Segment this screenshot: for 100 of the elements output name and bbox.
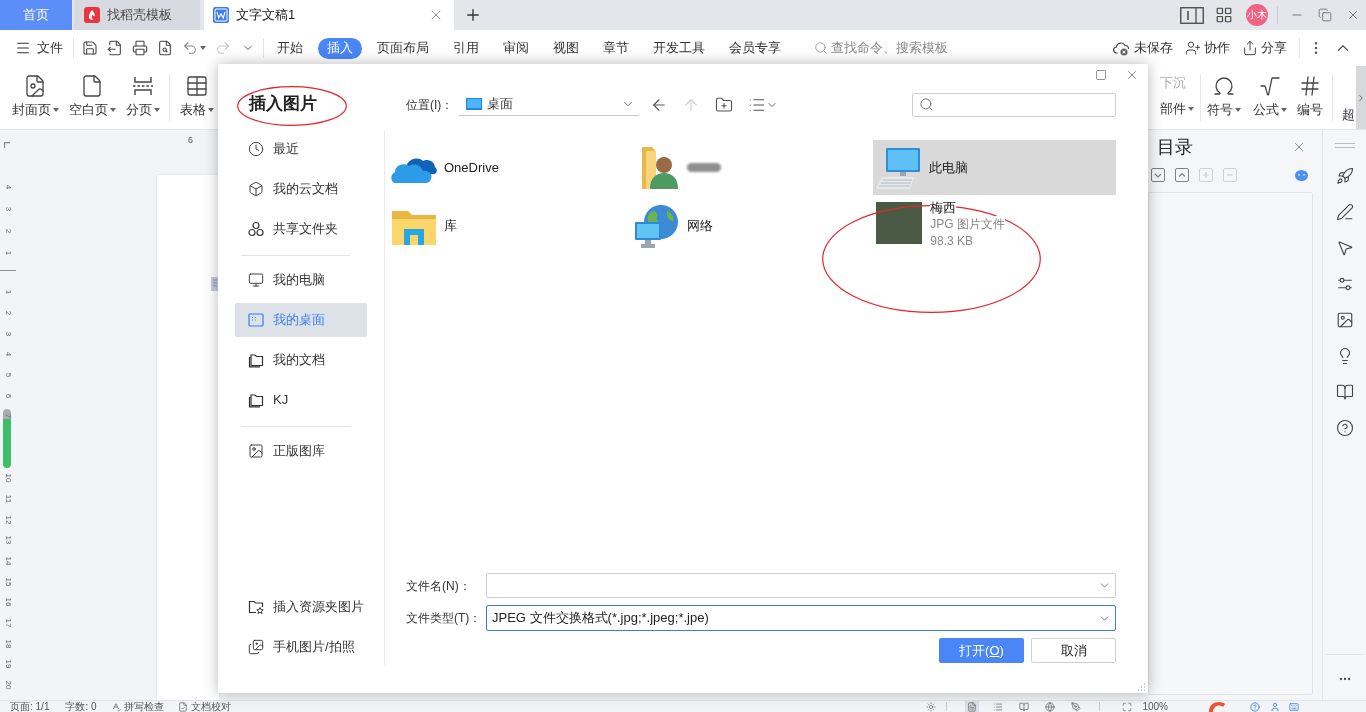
ribbon-tab[interactable]: 页面布局 — [368, 37, 438, 59]
ribbon-button[interactable]: 表格 — [180, 66, 214, 129]
ribbon-tab[interactable]: 会员专享 — [720, 37, 790, 59]
images-icon — [248, 639, 264, 655]
nav-item[interactable]: 插入资源夹图片 — [235, 590, 367, 624]
new-tab-icon[interactable] — [464, 6, 482, 24]
ribbon-tab[interactable]: 插入 — [318, 37, 362, 59]
status-button[interactable]: 文档校对 — [177, 701, 231, 712]
folder-icon — [248, 392, 264, 408]
nav-item[interactable]: 我的云文档 — [235, 172, 367, 206]
file-item[interactable]: 此电脑 — [873, 140, 1116, 195]
header-action[interactable]: 协作 — [1185, 38, 1230, 58]
filetype-select[interactable]: JPEG 文件交换格式(*.jpg;*.jpeg;*.jpe) — [486, 605, 1116, 631]
apps-grid-icon[interactable] — [1215, 6, 1233, 24]
bubble-icon[interactable] — [1295, 169, 1308, 181]
eye-protection-icon[interactable] — [926, 701, 937, 712]
pen-icon[interactable] — [1335, 203, 1354, 221]
rocket-icon[interactable] — [1335, 167, 1354, 185]
print-preview-icon[interactable] — [157, 40, 173, 56]
ruler-number: 15 — [4, 577, 12, 587]
nav-item[interactable]: 正版图库 — [235, 434, 367, 468]
ribbon-tab[interactable]: 引用 — [444, 37, 488, 59]
writing-view-icon — [1071, 701, 1082, 712]
caret-icon — [1188, 107, 1194, 111]
maximize-icon[interactable] — [1095, 69, 1107, 81]
nav-item[interactable]: 最近 — [235, 132, 367, 166]
expand-icon[interactable] — [1151, 168, 1165, 182]
pointer-icon[interactable] — [1335, 239, 1354, 257]
document-logo-icon — [213, 7, 229, 23]
reading-mode-icon[interactable] — [1180, 6, 1204, 24]
ribbon-button[interactable]: 符号 — [1207, 66, 1240, 129]
new-folder-icon[interactable] — [715, 95, 734, 114]
search-field[interactable] — [912, 92, 1116, 117]
collapse-icon[interactable] — [1175, 168, 1189, 182]
ruler-number: 4 — [4, 184, 12, 190]
tab[interactable]: 文字文稿1 — [204, 0, 454, 30]
nav-item[interactable]: 我的文档 — [235, 343, 367, 377]
view-mode-button[interactable] — [1069, 701, 1084, 712]
drag-handle-icon[interactable] — [1334, 143, 1355, 148]
keyboard-icon[interactable] — [1288, 701, 1300, 712]
file-name: OneDrive — [444, 158, 499, 177]
save-icon[interactable] — [82, 40, 98, 56]
ruler-number: 12 — [4, 515, 12, 524]
ribbon-button[interactable]: 部件 — [1160, 101, 1194, 117]
caret-icon — [208, 108, 214, 112]
book-icon[interactable] — [1335, 383, 1354, 401]
sliders-icon[interactable] — [1335, 275, 1354, 293]
close-icon[interactable] — [1125, 68, 1139, 82]
nav-item[interactable]: KJ — [235, 383, 367, 417]
tab[interactable]: 找稻壳模板 — [74, 0, 200, 30]
file-type: JPG 图片文件 — [930, 216, 1005, 233]
picture-icon[interactable] — [1335, 311, 1354, 329]
ribbon-button[interactable]: 编号 — [1297, 66, 1323, 129]
ribbon-tab[interactable]: 章节 — [594, 37, 638, 59]
nav-item[interactable]: 手机图片/拍照 — [235, 630, 367, 664]
resize-grip-icon[interactable] — [1138, 683, 1146, 691]
restore-icon[interactable] — [1318, 8, 1332, 22]
status-button[interactable]: 拼写检查 — [110, 701, 164, 712]
help-icon[interactable] — [1335, 419, 1354, 437]
ribbon-tab[interactable]: 审阅 — [494, 37, 538, 59]
ribbon-button[interactable]: 空白页 — [69, 66, 115, 129]
cancel-button[interactable]: 取消 — [1031, 638, 1116, 663]
view-mode-button[interactable] — [965, 701, 980, 712]
input-method-logo-icon[interactable] — [1208, 701, 1226, 712]
print-icon[interactable] — [132, 40, 148, 56]
file-menu[interactable]: 文件 — [15, 38, 63, 58]
ribbon-button[interactable]: 分页 — [126, 66, 159, 129]
undo-icon[interactable] — [182, 40, 198, 56]
paragraph-mark-icon — [211, 277, 218, 291]
user-icon[interactable] — [1270, 701, 1280, 712]
nav-item[interactable]: 共享文件夹 — [235, 212, 367, 246]
ruler-marker[interactable] — [3, 408, 11, 468]
ruler-number: 2 — [4, 310, 12, 316]
ribbon-tab[interactable]: 开发工具 — [644, 37, 714, 59]
file-name: 网络 — [686, 216, 713, 235]
caret-icon — [153, 108, 160, 112]
command-search-field[interactable]: 查找命令、搜索模板 — [814, 38, 948, 58]
close-icon[interactable] — [1346, 8, 1360, 22]
ruler-number: 11 — [4, 494, 12, 503]
desktop-icon — [466, 98, 483, 110]
close-icon[interactable] — [1292, 140, 1306, 154]
fit-page-icon[interactable] — [1122, 701, 1133, 712]
ruler-number: 6 — [4, 393, 12, 398]
caret-icon — [109, 108, 116, 112]
ribbon-tab[interactable]: 开始 — [268, 37, 312, 59]
ribbon-button[interactable]: 封面页 — [12, 66, 58, 129]
nav-item[interactable]: 我的电脑 — [235, 263, 367, 297]
ribbon-tab[interactable]: 视图 — [544, 37, 588, 59]
filename-field[interactable] — [486, 573, 1116, 598]
field-label: 位置(I)： — [406, 96, 454, 114]
ruler-number: 6 — [188, 135, 193, 145]
view-mode-button[interactable] — [1017, 701, 1032, 712]
header-action[interactable]: 未保存 — [1113, 38, 1173, 58]
header-action[interactable]: 分享 — [1242, 38, 1287, 58]
cloud-icon — [1113, 40, 1131, 56]
location-dropdown[interactable]: 桌面 — [459, 93, 640, 116]
export-icon[interactable] — [107, 40, 123, 56]
table-icon — [185, 74, 209, 98]
ribbon-button[interactable]: 公式 — [1253, 66, 1286, 129]
view-mode-button[interactable] — [1043, 701, 1058, 712]
